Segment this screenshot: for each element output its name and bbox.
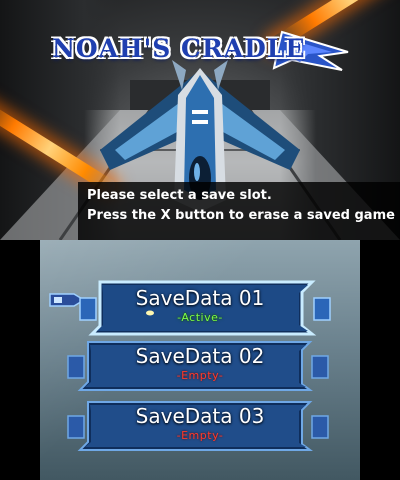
save-slot-title: SaveData 01 — [135, 286, 265, 310]
bottom-screen: SaveData 01 -Active- SaveData 02 -Empty-… — [40, 240, 360, 480]
save-slot-status: -Empty- — [176, 429, 224, 442]
save-slot-title: SaveData 02 — [135, 344, 265, 368]
save-slot-1[interactable]: SaveData 01 -Active- — [40, 280, 360, 336]
top-screen: NOAH'S CRADLE Please select a save slot.… — [0, 0, 400, 240]
save-slot-status: -Empty- — [176, 369, 224, 382]
save-slot-3[interactable]: SaveData 03 -Empty- — [40, 398, 360, 454]
save-slot-title: SaveData 03 — [135, 404, 265, 428]
game-logo: NOAH'S CRADLE — [52, 30, 352, 72]
instruction-panel: Please select a save slot. Press the X b… — [78, 182, 400, 240]
instruction-line-2: Press the X button to erase a saved game — [87, 208, 395, 223]
save-slot-2[interactable]: SaveData 02 -Empty- — [40, 338, 360, 394]
logo-title: NOAH'S CRADLE — [52, 34, 306, 63]
save-slot-status: -Active- — [177, 311, 223, 324]
instruction-line-1: Please select a save slot. — [87, 188, 272, 203]
